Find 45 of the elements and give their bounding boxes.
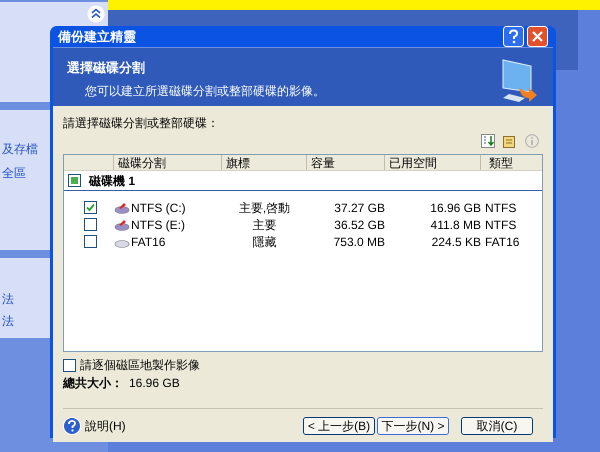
checkbox[interactable] [68,174,81,187]
wizard-button[interactable]: < 上一步(B) [303,416,375,434]
type-cell-text: NTFS [484,200,516,216]
wizard-button[interactable]: 取消(C) [461,416,533,434]
used-space-cell-text: 16.96 GB [429,200,481,216]
checkbox[interactable] [63,358,76,372]
disk-icon [114,202,130,214]
checkbox[interactable] [84,235,97,248]
sort-icon[interactable] [481,134,495,148]
partition-name: NTFS (E:) [131,216,185,234]
disk-icon [114,218,130,230]
flags-cell-text: 主要 [252,216,278,234]
column-header[interactable]: 旗標 [222,155,307,170]
prompt-text: 請選擇磁碟分割或整部硬碟： [63,115,220,132]
help-icon[interactable] [503,26,524,47]
checkbox-label: 請逐個磁區地製作影像 [80,357,200,374]
checkbox[interactable] [84,218,97,231]
flags-cell-text: 主要,啓動 [238,200,292,216]
help-link[interactable]: 說明(H) [85,416,301,434]
flags-cell-text: 隱藏 [252,234,278,250]
capacity-cell-text: 36.52 GB [333,216,385,234]
type-cell-text: FAT16 [484,234,520,250]
capacity-cell-text: 37.27 GB [333,200,385,216]
total-label: 總共大小： [63,375,123,392]
used-space-cell-text: 224.5 KB [430,234,481,250]
wizard-button[interactable]: 下一步(N) > [377,416,449,434]
step-subtitle: 您可以建立所選磁碟分割或整部硬碟的影像。 [84,82,326,100]
column-header[interactable]: 已用空間 [385,155,481,170]
disk-label: 磁碟機 1 [89,172,136,190]
partition-name: NTFS (C:) [131,200,186,216]
partition-name: FAT16 [131,234,166,250]
type-cell-text: NTFS [484,216,516,234]
total-value: 16.96 GB [129,375,180,392]
close-icon[interactable] [527,26,548,47]
column-header[interactable]: 容量 [307,155,385,170]
step-title: 選擇磁碟分割 [67,59,146,77]
column-header[interactable]: 磁碟分割 [114,155,222,170]
capacity-cell-text: 753.0 MB [332,234,385,250]
help-icon[interactable] [63,416,81,434]
checkbox[interactable] [84,201,97,214]
used-space-cell-text: 411.8 MB [430,216,481,234]
window-title: 備份建立精靈 [58,28,137,46]
column-header[interactable]: 類型 [481,155,542,170]
collapse-icon[interactable] [87,5,105,23]
properties-icon[interactable] [503,134,517,148]
